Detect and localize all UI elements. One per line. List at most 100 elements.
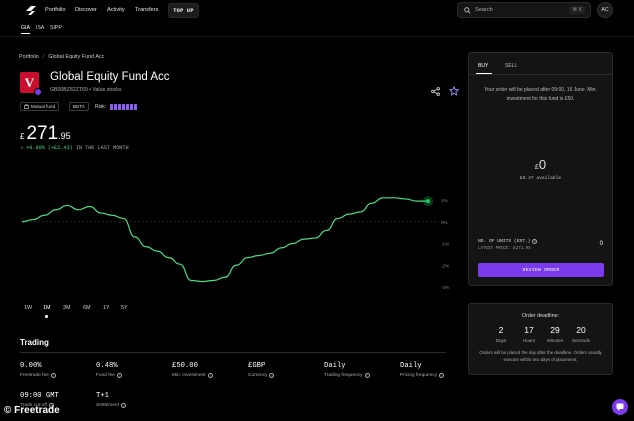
nav-discover[interactable]: Discover — [75, 7, 97, 13]
stat-label-row: Fund fee i — [96, 373, 122, 378]
share-icon[interactable] — [431, 87, 440, 96]
tab-isa[interactable]: ISA — [36, 25, 44, 31]
trading-divider — [20, 352, 446, 353]
order-tabs-divider — [469, 74, 612, 75]
units-value: 0 — [599, 241, 603, 247]
info-icon[interactable]: i — [532, 239, 538, 244]
range-3m[interactable]: 3M — [63, 305, 71, 311]
freetrade-logo-icon[interactable] — [25, 5, 37, 17]
stat-value: 09:00 GMT — [20, 392, 59, 400]
top-navigation: Portfolio Discover Activity Transfers TO… — [0, 0, 634, 22]
risk-bar — [122, 104, 125, 110]
stat-label: Settlement — [96, 403, 119, 408]
y-tick-label: -1% — [441, 242, 449, 247]
search-icon — [464, 7, 471, 14]
trading-heading: Trading — [20, 338, 49, 347]
risk-bar — [110, 104, 113, 110]
fund-type-chip: Mutual fund — [20, 102, 60, 111]
avatar[interactable]: AC — [597, 2, 613, 18]
trend-up-icon: ↗ — [20, 145, 24, 151]
risk-bar — [130, 104, 133, 110]
watermark: © Freetrade — [4, 405, 60, 416]
risk-bar — [114, 104, 117, 110]
amount-value: 0 — [538, 157, 547, 172]
range-1y[interactable]: 1Y — [103, 305, 110, 311]
review-order-button[interactable]: REVIEW ORDER — [478, 263, 604, 277]
fund-type-label: Mutual fund — [31, 104, 56, 109]
stat-value: Daily — [324, 362, 346, 370]
price-currency: £ — [20, 132, 25, 141]
stat-label: Freetrade fee — [20, 373, 49, 378]
price-integer: 271 — [26, 123, 59, 144]
countdown-seconds: 20 — [576, 325, 586, 335]
stat-value: 0.48% — [96, 362, 118, 370]
risk-bar — [118, 104, 121, 110]
info-icon[interactable]: i — [116, 373, 122, 378]
active-tab-underline — [476, 73, 492, 74]
risk-bar — [134, 104, 137, 110]
price-decimal: .95 — [58, 131, 71, 141]
active-range-indicator — [45, 315, 48, 318]
breadcrumb: Portfolio / Global Equity Fund Acc — [19, 54, 104, 60]
price-line — [21, 197, 428, 283]
beta-label: BETA — [73, 104, 85, 109]
y-tick-label: -2% — [441, 263, 449, 268]
info-icon[interactable]: i — [269, 373, 275, 378]
stat-label-row: Trading frequency i — [324, 373, 370, 378]
page-title: Global Equity Fund Acc — [50, 71, 170, 83]
y-tick-label: 1% — [441, 198, 448, 203]
stat-label: Currency — [248, 373, 268, 378]
stat-value: T+1 — [96, 392, 109, 400]
order-note: Your order will be placed after 09:00, 1… — [484, 87, 597, 102]
stat-value: 0.00% — [20, 362, 42, 370]
info-icon[interactable]: i — [364, 373, 370, 378]
y-tick-label: 0% — [441, 220, 448, 225]
info-icon[interactable]: i — [120, 403, 126, 408]
tab-sell[interactable]: SELL — [505, 63, 517, 69]
risk-label: Risk: — [95, 104, 107, 110]
nav-activity[interactable]: Activity — [107, 7, 125, 13]
nav-portfolio[interactable]: Portfolio — [45, 7, 66, 13]
amount-input[interactable]: £0 — [469, 157, 612, 172]
order-panel: BUY SELL Your order will be placed after… — [468, 52, 613, 286]
risk-bar — [126, 104, 129, 110]
stat-label-row: Currency i — [248, 373, 275, 378]
stat-label: Trading frequency — [324, 373, 363, 378]
stat-label-row: Freetrade fee i — [20, 373, 56, 378]
mutual-fund-icon — [24, 104, 29, 109]
stat-label: Min. investment — [172, 373, 206, 378]
info-icon[interactable]: i — [207, 373, 213, 378]
tab-buy[interactable]: BUY — [478, 63, 488, 69]
latest-price: LATEST PRICE: £271.95 — [478, 247, 531, 251]
range-5y[interactable]: 5Y — [121, 305, 128, 311]
y-tick-label: -3% — [441, 285, 449, 290]
units-label: NO. OF UNITS (EST.) i — [478, 239, 538, 244]
breadcrumb-separator: / — [42, 54, 45, 60]
chat-icon[interactable] — [612, 399, 628, 415]
range-1m[interactable]: 1M — [43, 305, 51, 311]
search-shortcut: ⌘ K — [569, 6, 585, 14]
breadcrumb-current: Global Equity Fund Acc — [48, 54, 105, 60]
range-6m[interactable]: 6M — [83, 305, 91, 311]
tab-gia[interactable]: GIA — [21, 25, 30, 34]
tab-sipp[interactable]: SIPP — [50, 25, 62, 31]
nav-transfers[interactable]: Transfers — [135, 7, 158, 13]
order-deadline-panel: Order deadline: 2 Days 17 Hours 29 Minut… — [468, 303, 613, 375]
range-1w[interactable]: 1W — [24, 305, 32, 311]
stat-label-row: Min. investment i — [172, 373, 213, 378]
chat-bubble-icon — [616, 403, 624, 411]
top-up-button[interactable]: TOP UP — [168, 3, 199, 18]
price-change: ↗ +0.90% (+£2.43) IN THE LAST MONTH — [20, 145, 129, 151]
stat-value: Daily — [400, 362, 422, 370]
breadcrumb-portfolio[interactable]: Portfolio — [19, 54, 39, 60]
price-chart[interactable]: 1% 0% -1% -2% -3% — [0, 180, 460, 300]
search-placeholder: Search — [475, 7, 493, 13]
info-icon[interactable]: i — [50, 373, 56, 378]
info-icon[interactable]: i — [439, 373, 445, 378]
fund-price: £ 271 .95 — [20, 123, 71, 145]
star-icon[interactable] — [449, 86, 459, 96]
countdown-days: 2 — [498, 325, 504, 335]
stat-label-row: Pricing frequency i — [400, 373, 445, 378]
stat-label: Pricing frequency — [400, 373, 438, 378]
search-input[interactable]: Search ⌘ K — [457, 2, 591, 18]
